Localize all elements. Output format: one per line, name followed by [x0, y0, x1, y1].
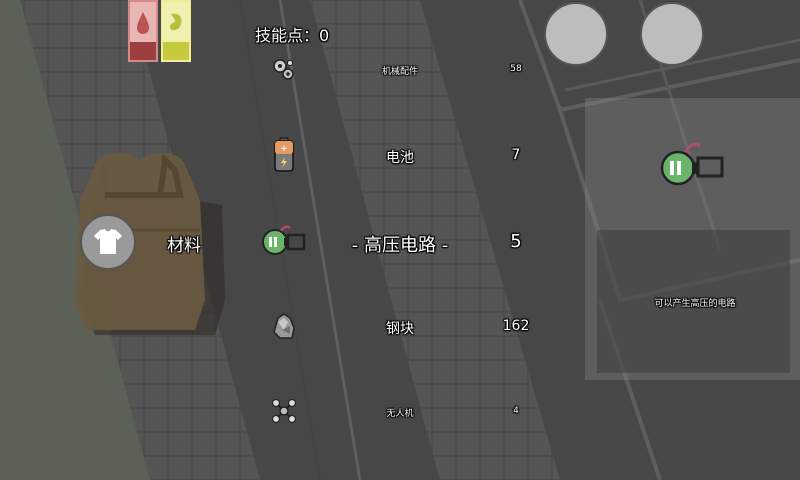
gear-parts-icon — [266, 52, 302, 88]
svg-text:+: + — [280, 144, 288, 154]
item-count: 5 — [510, 231, 522, 252]
item-name: 无人机 — [386, 409, 414, 419]
item-count: 7 — [511, 147, 521, 163]
circuit-icon — [258, 222, 308, 258]
item-name: 电池 — [386, 150, 414, 166]
shirt-icon — [94, 229, 122, 254]
round-button-left[interactable] — [544, 2, 608, 66]
detail-circuit-icon — [656, 138, 728, 188]
steel-ore-icon — [266, 308, 302, 344]
skill-points-label: 技能点：0 — [255, 26, 330, 45]
category-label: 材料 — [167, 236, 201, 256]
item-count: 58 — [510, 64, 522, 74]
shirt-button[interactable] — [80, 214, 136, 270]
stomach-icon — [163, 2, 189, 42]
round-button-right[interactable] — [640, 2, 704, 66]
energy-bar — [161, 0, 191, 62]
item-count: 162 — [502, 318, 530, 334]
health-bar — [128, 0, 158, 62]
item-description: 可以产生高压的电路 — [654, 299, 736, 309]
item-name: 钢块 — [386, 321, 414, 337]
drone-icon — [266, 393, 302, 429]
item-name: 机械配件 — [381, 67, 418, 77]
item-count: 4 — [513, 406, 519, 416]
battery-icon: + — [266, 137, 302, 173]
item-name-selected: - 高压电路 - — [351, 235, 449, 256]
blood-drop-icon — [130, 2, 156, 42]
